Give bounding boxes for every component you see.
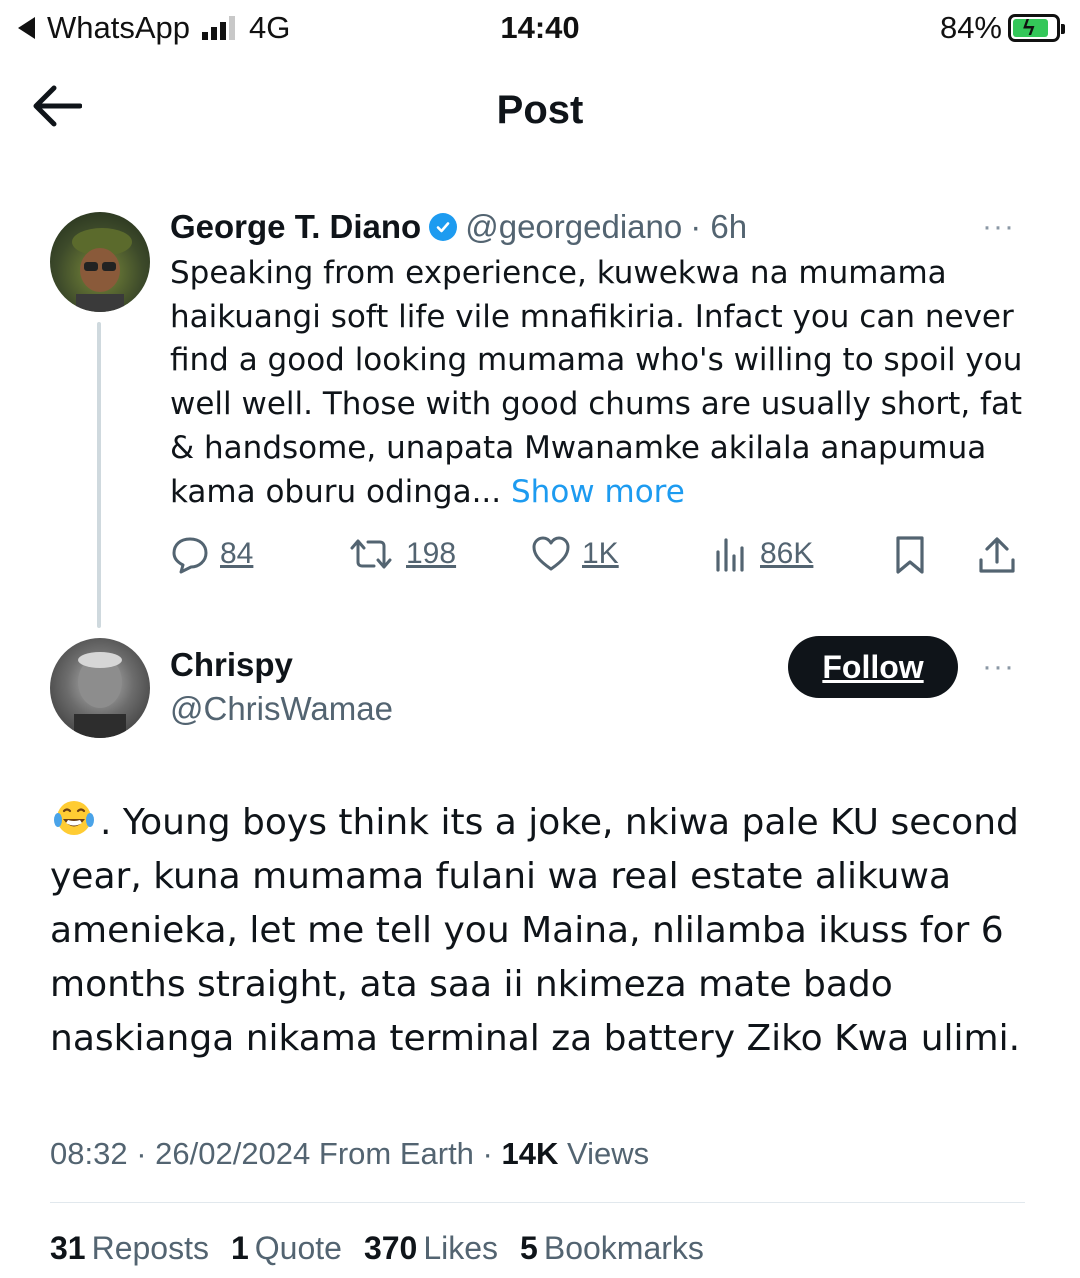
quotes-count: 1 bbox=[230, 1230, 249, 1266]
laughing-tears-emoji-icon bbox=[54, 801, 94, 835]
quotes-stat[interactable]: 1 Quote bbox=[231, 1230, 342, 1267]
post-timestamp: 08:32 · 26/02/2024 From Earth · bbox=[50, 1136, 502, 1171]
reply-button[interactable]: 84 bbox=[170, 534, 253, 574]
reposts-stat[interactable]: 31 Reposts bbox=[50, 1230, 209, 1267]
tweet-text: Speaking from experience, kuwekwa na mum… bbox=[170, 252, 1030, 514]
divider bbox=[50, 1202, 1025, 1203]
views-count: 86K bbox=[760, 537, 814, 570]
reposts-count: 31 bbox=[50, 1230, 86, 1266]
bookmarks-stat[interactable]: 5 Bookmarks bbox=[520, 1230, 704, 1267]
heart-icon bbox=[532, 536, 570, 571]
clock: 14:40 bbox=[500, 10, 580, 45]
avatar[interactable] bbox=[50, 638, 150, 738]
status-bar: WhatsApp 4G 14:40 84% ϟ bbox=[0, 0, 1080, 56]
analytics-icon bbox=[716, 538, 744, 572]
post-views-count: 14K bbox=[501, 1136, 559, 1171]
avatar-image bbox=[74, 652, 126, 738]
page-title: Post bbox=[496, 88, 584, 132]
bookmark-icon bbox=[896, 536, 924, 574]
reply-count: 84 bbox=[220, 537, 254, 570]
charging-bolt-icon: ϟ bbox=[1023, 15, 1035, 40]
share-icon bbox=[979, 537, 1015, 573]
share-button[interactable] bbox=[976, 534, 1018, 576]
battery-icon: ϟ bbox=[1008, 14, 1065, 42]
header: Post bbox=[0, 70, 1080, 150]
author-handle[interactable]: @georgediano bbox=[465, 208, 682, 246]
avatar[interactable] bbox=[50, 212, 150, 312]
likes-count: 370 bbox=[363, 1230, 418, 1266]
engagement-stats: 31 Reposts 1 Quote 370 Likes 5 Bookmarks bbox=[50, 1230, 704, 1267]
likes-stat[interactable]: 370 Likes bbox=[364, 1230, 498, 1267]
reply-text: . Young boys think its a joke, nkiwa pal… bbox=[50, 796, 1040, 1066]
views-button[interactable]: 86K bbox=[710, 534, 813, 574]
reply-body: . Young boys think its a joke, nkiwa pal… bbox=[50, 802, 1021, 1059]
bookmark-button[interactable] bbox=[890, 534, 930, 576]
post-meta: 08:32 · 26/02/2024 From Earth · 14K View… bbox=[50, 1136, 649, 1172]
like-count: 1K bbox=[582, 537, 619, 570]
battery-percent: 84% bbox=[939, 10, 1002, 45]
reply-author-handle[interactable]: @ChrisWamae bbox=[170, 690, 393, 728]
tweet-header: George T. Diano @georgediano · 6h bbox=[170, 208, 747, 246]
tweet-body: Speaking from experience, kuwekwa na mum… bbox=[170, 255, 1023, 510]
reply-icon bbox=[172, 537, 208, 574]
reply-author-name[interactable]: Chrispy bbox=[170, 646, 293, 684]
verified-badge-icon bbox=[429, 213, 458, 241]
thread-line bbox=[97, 322, 101, 628]
author-name[interactable]: George T. Diano bbox=[170, 208, 421, 246]
post-views-label: Views bbox=[566, 1136, 650, 1171]
quotes-label: Quote bbox=[254, 1230, 342, 1266]
more-options-icon[interactable]: ··· bbox=[982, 650, 1015, 684]
repost-count: 198 bbox=[406, 537, 457, 570]
repost-icon bbox=[350, 539, 392, 569]
repost-button[interactable]: 198 bbox=[346, 534, 456, 574]
like-button[interactable]: 1K bbox=[530, 534, 619, 574]
reposts-label: Reposts bbox=[91, 1230, 209, 1266]
bookmarks-label: Bookmarks bbox=[543, 1230, 704, 1266]
likes-label: Likes bbox=[423, 1230, 499, 1266]
avatar-image bbox=[72, 228, 132, 312]
bookmarks-count: 5 bbox=[520, 1230, 538, 1266]
show-more-link[interactable]: Show more bbox=[511, 474, 685, 510]
battery-status: 84% ϟ bbox=[939, 10, 1065, 46]
tweet-time: · 6h bbox=[690, 208, 748, 245]
more-options-icon[interactable]: ··· bbox=[982, 210, 1015, 244]
follow-button[interactable]: Follow bbox=[788, 636, 958, 698]
tweet-actions: 84 198 1K 86K bbox=[170, 530, 1030, 580]
